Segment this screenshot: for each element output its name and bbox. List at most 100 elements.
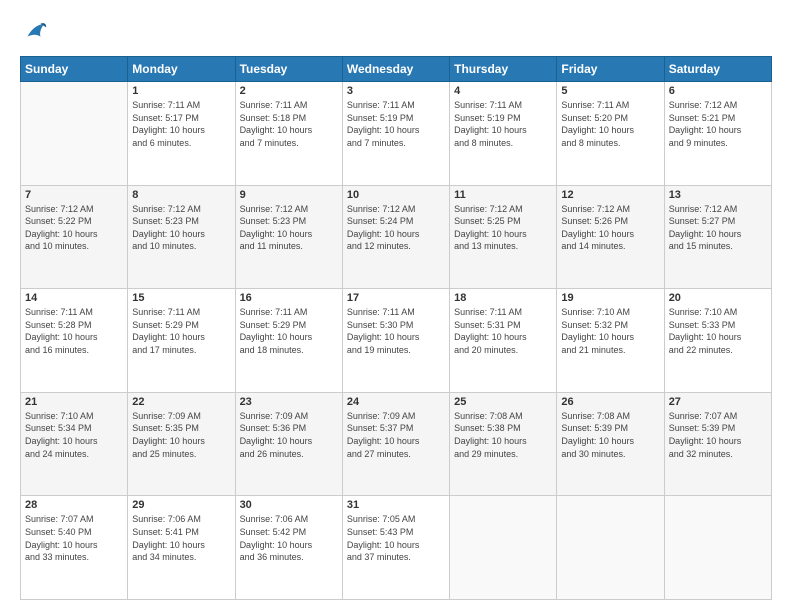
day-info: Sunrise: 7:07 AMSunset: 5:39 PMDaylight:… bbox=[669, 410, 767, 460]
day-number: 18 bbox=[454, 292, 552, 304]
day-info: Sunrise: 7:11 AMSunset: 5:31 PMDaylight:… bbox=[454, 306, 552, 356]
day-number: 26 bbox=[561, 396, 659, 408]
logo bbox=[20, 18, 52, 46]
calendar-cell: 6 Sunrise: 7:12 AMSunset: 5:21 PMDaylight… bbox=[664, 82, 771, 186]
weekday-header: Thursday bbox=[450, 57, 557, 82]
day-number: 5 bbox=[561, 85, 659, 97]
calendar-cell: 2 Sunrise: 7:11 AMSunset: 5:18 PMDaylight… bbox=[235, 82, 342, 186]
day-info: Sunrise: 7:10 AMSunset: 5:34 PMDaylight:… bbox=[25, 410, 123, 460]
weekday-header: Sunday bbox=[21, 57, 128, 82]
calendar-cell: 26 Sunrise: 7:08 AMSunset: 5:39 PMDayligh… bbox=[557, 392, 664, 496]
day-number: 11 bbox=[454, 189, 552, 201]
day-number: 10 bbox=[347, 189, 445, 201]
day-number: 20 bbox=[669, 292, 767, 304]
page-header bbox=[20, 18, 772, 46]
calendar-cell: 27 Sunrise: 7:07 AMSunset: 5:39 PMDayligh… bbox=[664, 392, 771, 496]
day-info: Sunrise: 7:11 AMSunset: 5:20 PMDaylight:… bbox=[561, 99, 659, 149]
calendar-cell: 5 Sunrise: 7:11 AMSunset: 5:20 PMDaylight… bbox=[557, 82, 664, 186]
weekday-header: Tuesday bbox=[235, 57, 342, 82]
day-info: Sunrise: 7:11 AMSunset: 5:18 PMDaylight:… bbox=[240, 99, 338, 149]
day-number: 8 bbox=[132, 189, 230, 201]
day-info: Sunrise: 7:11 AMSunset: 5:30 PMDaylight:… bbox=[347, 306, 445, 356]
calendar-cell: 4 Sunrise: 7:11 AMSunset: 5:19 PMDaylight… bbox=[450, 82, 557, 186]
day-number: 19 bbox=[561, 292, 659, 304]
day-info: Sunrise: 7:08 AMSunset: 5:38 PMDaylight:… bbox=[454, 410, 552, 460]
day-number: 15 bbox=[132, 292, 230, 304]
day-number: 21 bbox=[25, 396, 123, 408]
day-number: 17 bbox=[347, 292, 445, 304]
calendar-cell: 15 Sunrise: 7:11 AMSunset: 5:29 PMDayligh… bbox=[128, 289, 235, 393]
calendar-cell: 28 Sunrise: 7:07 AMSunset: 5:40 PMDayligh… bbox=[21, 496, 128, 600]
day-info: Sunrise: 7:12 AMSunset: 5:25 PMDaylight:… bbox=[454, 203, 552, 253]
calendar-cell bbox=[21, 82, 128, 186]
day-number: 2 bbox=[240, 85, 338, 97]
calendar-cell: 1Sunrise: 7:11 AMSunset: 5:17 PMDaylight… bbox=[128, 82, 235, 186]
day-number: 1 bbox=[132, 85, 230, 97]
calendar-cell: 23Sunrise: 7:09 AMSunset: 5:36 PMDayligh… bbox=[235, 392, 342, 496]
weekday-header: Wednesday bbox=[342, 57, 449, 82]
calendar-cell: 9 Sunrise: 7:12 AMSunset: 5:23 PMDaylight… bbox=[235, 185, 342, 289]
calendar-cell: 31 Sunrise: 7:05 AMSunset: 5:43 PMDayligh… bbox=[342, 496, 449, 600]
day-number: 31 bbox=[347, 499, 445, 511]
calendar-cell: 24 Sunrise: 7:09 AMSunset: 5:37 PMDayligh… bbox=[342, 392, 449, 496]
calendar-cell: 12Sunrise: 7:12 AMSunset: 5:26 PMDayligh… bbox=[557, 185, 664, 289]
day-number: 6 bbox=[669, 85, 767, 97]
day-number: 13 bbox=[669, 189, 767, 201]
day-number: 12 bbox=[561, 189, 659, 201]
day-info: Sunrise: 7:12 AMSunset: 5:23 PMDaylight:… bbox=[240, 203, 338, 253]
calendar-cell: 7 Sunrise: 7:12 AMSunset: 5:22 PMDaylight… bbox=[21, 185, 128, 289]
day-number: 7 bbox=[25, 189, 123, 201]
calendar-cell: 14Sunrise: 7:11 AMSunset: 5:28 PMDayligh… bbox=[21, 289, 128, 393]
day-info: Sunrise: 7:05 AMSunset: 5:43 PMDaylight:… bbox=[347, 513, 445, 563]
calendar-cell: 13 Sunrise: 7:12 AMSunset: 5:27 PMDayligh… bbox=[664, 185, 771, 289]
day-info: Sunrise: 7:08 AMSunset: 5:39 PMDaylight:… bbox=[561, 410, 659, 460]
weekday-header: Saturday bbox=[664, 57, 771, 82]
day-info: Sunrise: 7:09 AMSunset: 5:35 PMDaylight:… bbox=[132, 410, 230, 460]
day-number: 24 bbox=[347, 396, 445, 408]
day-info: Sunrise: 7:12 AMSunset: 5:21 PMDaylight:… bbox=[669, 99, 767, 149]
day-number: 28 bbox=[25, 499, 123, 511]
calendar-cell: 19Sunrise: 7:10 AMSunset: 5:32 PMDayligh… bbox=[557, 289, 664, 393]
calendar-cell: 30 Sunrise: 7:06 AMSunset: 5:42 PMDayligh… bbox=[235, 496, 342, 600]
calendar-cell bbox=[664, 496, 771, 600]
day-info: Sunrise: 7:12 AMSunset: 5:22 PMDaylight:… bbox=[25, 203, 123, 253]
day-info: Sunrise: 7:06 AMSunset: 5:42 PMDaylight:… bbox=[240, 513, 338, 563]
calendar-cell bbox=[557, 496, 664, 600]
day-info: Sunrise: 7:09 AMSunset: 5:36 PMDaylight:… bbox=[240, 410, 338, 460]
logo-bird-icon bbox=[20, 18, 48, 46]
day-number: 9 bbox=[240, 189, 338, 201]
calendar-cell: 25 Sunrise: 7:08 AMSunset: 5:38 PMDayligh… bbox=[450, 392, 557, 496]
calendar-cell: 16 Sunrise: 7:11 AMSunset: 5:29 PMDayligh… bbox=[235, 289, 342, 393]
calendar-cell: 20 Sunrise: 7:10 AMSunset: 5:33 PMDayligh… bbox=[664, 289, 771, 393]
calendar-cell: 10 Sunrise: 7:12 AMSunset: 5:24 PMDayligh… bbox=[342, 185, 449, 289]
day-info: Sunrise: 7:06 AMSunset: 5:41 PMDaylight:… bbox=[132, 513, 230, 563]
day-info: Sunrise: 7:09 AMSunset: 5:37 PMDaylight:… bbox=[347, 410, 445, 460]
calendar-cell: 11 Sunrise: 7:12 AMSunset: 5:25 PMDayligh… bbox=[450, 185, 557, 289]
day-info: Sunrise: 7:11 AMSunset: 5:29 PMDaylight:… bbox=[132, 306, 230, 356]
weekday-header: Friday bbox=[557, 57, 664, 82]
day-info: Sunrise: 7:10 AMSunset: 5:33 PMDaylight:… bbox=[669, 306, 767, 356]
day-info: Sunrise: 7:07 AMSunset: 5:40 PMDaylight:… bbox=[25, 513, 123, 563]
day-info: Sunrise: 7:12 AMSunset: 5:27 PMDaylight:… bbox=[669, 203, 767, 253]
day-info: Sunrise: 7:12 AMSunset: 5:24 PMDaylight:… bbox=[347, 203, 445, 253]
calendar-cell bbox=[450, 496, 557, 600]
day-number: 3 bbox=[347, 85, 445, 97]
day-number: 4 bbox=[454, 85, 552, 97]
day-number: 22 bbox=[132, 396, 230, 408]
day-info: Sunrise: 7:11 AMSunset: 5:28 PMDaylight:… bbox=[25, 306, 123, 356]
day-number: 16 bbox=[240, 292, 338, 304]
calendar-cell: 22 Sunrise: 7:09 AMSunset: 5:35 PMDayligh… bbox=[128, 392, 235, 496]
day-number: 30 bbox=[240, 499, 338, 511]
day-number: 29 bbox=[132, 499, 230, 511]
day-info: Sunrise: 7:11 AMSunset: 5:19 PMDaylight:… bbox=[454, 99, 552, 149]
weekday-header: Monday bbox=[128, 57, 235, 82]
calendar-cell: 21 Sunrise: 7:10 AMSunset: 5:34 PMDayligh… bbox=[21, 392, 128, 496]
calendar-cell: 3Sunrise: 7:11 AMSunset: 5:19 PMDaylight… bbox=[342, 82, 449, 186]
calendar-table: SundayMondayTuesdayWednesdayThursdayFrid… bbox=[20, 56, 772, 600]
day-info: Sunrise: 7:11 AMSunset: 5:29 PMDaylight:… bbox=[240, 306, 338, 356]
calendar-cell: 8 Sunrise: 7:12 AMSunset: 5:23 PMDaylight… bbox=[128, 185, 235, 289]
day-number: 27 bbox=[669, 396, 767, 408]
calendar-cell: 29 Sunrise: 7:06 AMSunset: 5:41 PMDayligh… bbox=[128, 496, 235, 600]
day-info: Sunrise: 7:12 AMSunset: 5:23 PMDaylight:… bbox=[132, 203, 230, 253]
day-number: 25 bbox=[454, 396, 552, 408]
